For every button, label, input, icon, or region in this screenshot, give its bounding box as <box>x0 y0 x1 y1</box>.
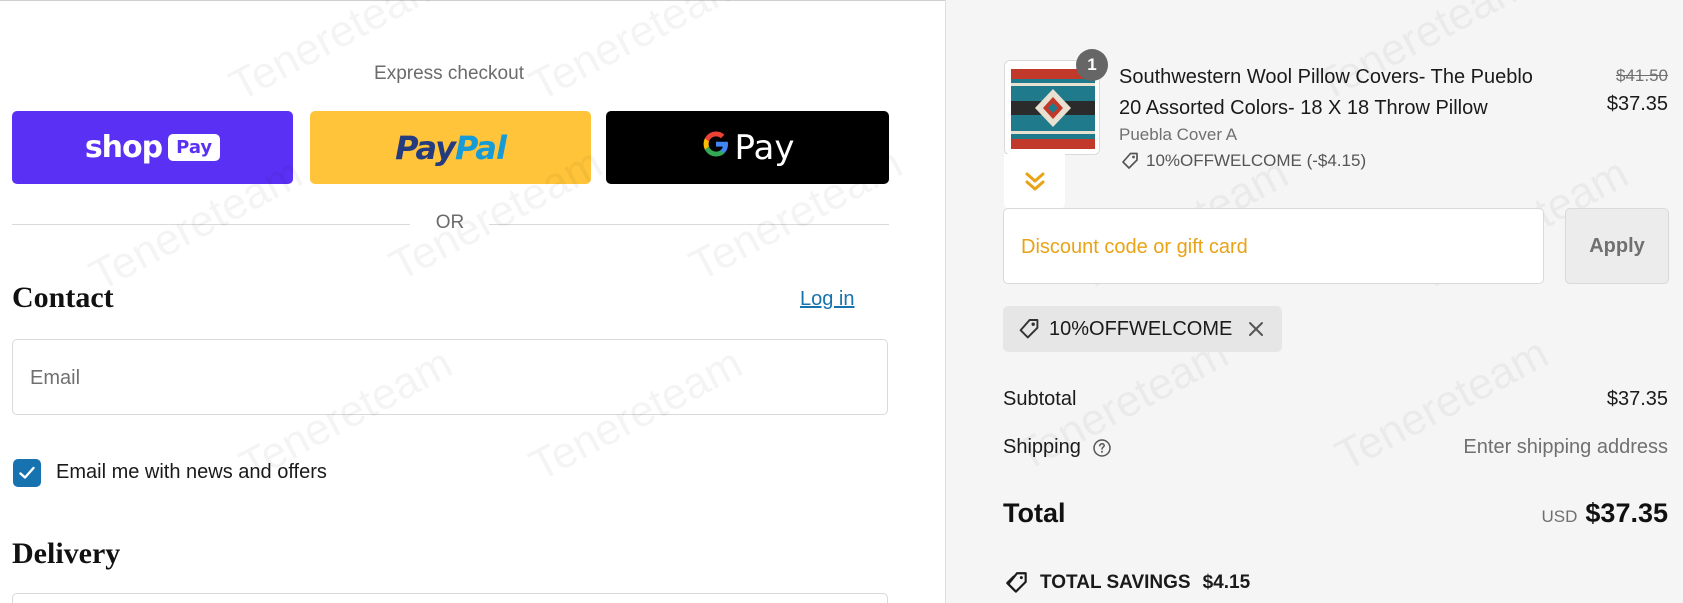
newsletter-checkbox[interactable] <box>13 459 41 487</box>
total-value: $37.35 <box>1585 498 1668 528</box>
newsletter-label: Email me with news and offers <box>56 461 327 483</box>
google-pay-button[interactable]: Pay <box>606 111 889 184</box>
paypal-button[interactable]: PayPal <box>310 111 591 184</box>
delivery-field[interactable] <box>12 593 888 603</box>
savings-value: $4.15 <box>1202 572 1251 593</box>
shop-pay-button[interactable]: shop Pay <box>12 111 293 184</box>
google-g-icon <box>701 128 731 168</box>
email-placeholder: Email <box>30 367 81 389</box>
quantity-badge: 1 <box>1076 49 1108 81</box>
item-discount: 10%OFFWELCOME (-$4.15) <box>1120 151 1366 171</box>
item-discount-text: 10%OFFWELCOME (-$4.15) <box>1146 151 1367 170</box>
item-price: $37.35 <box>1606 93 1668 115</box>
delivery-heading: Delivery <box>12 537 121 570</box>
total-amount: USD $37.35 <box>1542 498 1669 529</box>
subtotal-label: Subtotal <box>1003 388 1077 410</box>
expand-items-button[interactable] <box>1004 154 1065 209</box>
or-divider-right <box>489 224 889 225</box>
close-icon[interactable] <box>1248 321 1264 337</box>
shop-pay-logo-word: shop <box>84 130 163 165</box>
total-currency: USD <box>1541 507 1578 526</box>
email-field[interactable]: Email <box>12 339 888 415</box>
express-checkout-title: Express checkout <box>374 63 524 84</box>
shipping-value: Enter shipping address <box>1463 436 1668 458</box>
shipping-label: Shipping <box>1003 436 1081 458</box>
watermark: Tenereteam <box>522 0 751 112</box>
apply-discount-button[interactable]: Apply <box>1565 208 1669 284</box>
top-divider <box>0 0 945 1</box>
checkout-main: Express checkout shop Pay PayPal Pay OR … <box>0 0 945 603</box>
or-divider-left <box>12 224 410 225</box>
tag-icon <box>1122 152 1138 169</box>
login-link[interactable]: Log in <box>800 288 855 311</box>
shipping-row: Shipping <box>1003 436 1112 459</box>
total-savings: TOTAL SAVINGS $4.15 <box>1004 570 1250 596</box>
discount-code-input[interactable]: Discount code or gift card <box>1003 208 1544 284</box>
applied-discount-chip: 10%OFFWELCOME <box>1003 306 1283 352</box>
total-label: Total <box>1003 498 1066 528</box>
subtotal-value: $37.35 <box>1606 388 1668 410</box>
checkmark-icon <box>19 466 35 479</box>
watermark: Tenereteam <box>222 0 451 112</box>
applied-discount-code: 10%OFFWELCOME <box>1049 317 1233 340</box>
contact-heading: Contact <box>12 281 114 314</box>
original-price: $41.50 <box>1616 66 1668 85</box>
savings-label: TOTAL SAVINGS <box>1040 572 1191 593</box>
or-divider-text: OR <box>435 212 465 233</box>
google-pay-label: Pay <box>734 127 795 168</box>
product-variant: Puebla Cover A <box>1119 125 1238 144</box>
shop-pay-logo-badge: Pay <box>168 134 221 161</box>
discount-code-placeholder: Discount code or gift card <box>1021 236 1248 258</box>
product-title: Southwestern Wool Pillow Covers- The Pue… <box>1119 66 1533 119</box>
help-icon[interactable] <box>1092 438 1112 458</box>
savings-tag-icon <box>1006 572 1027 593</box>
tag-icon <box>1019 319 1039 339</box>
paypal-logo: PayPal <box>395 128 507 167</box>
chevron-double-down-icon <box>1025 172 1044 190</box>
